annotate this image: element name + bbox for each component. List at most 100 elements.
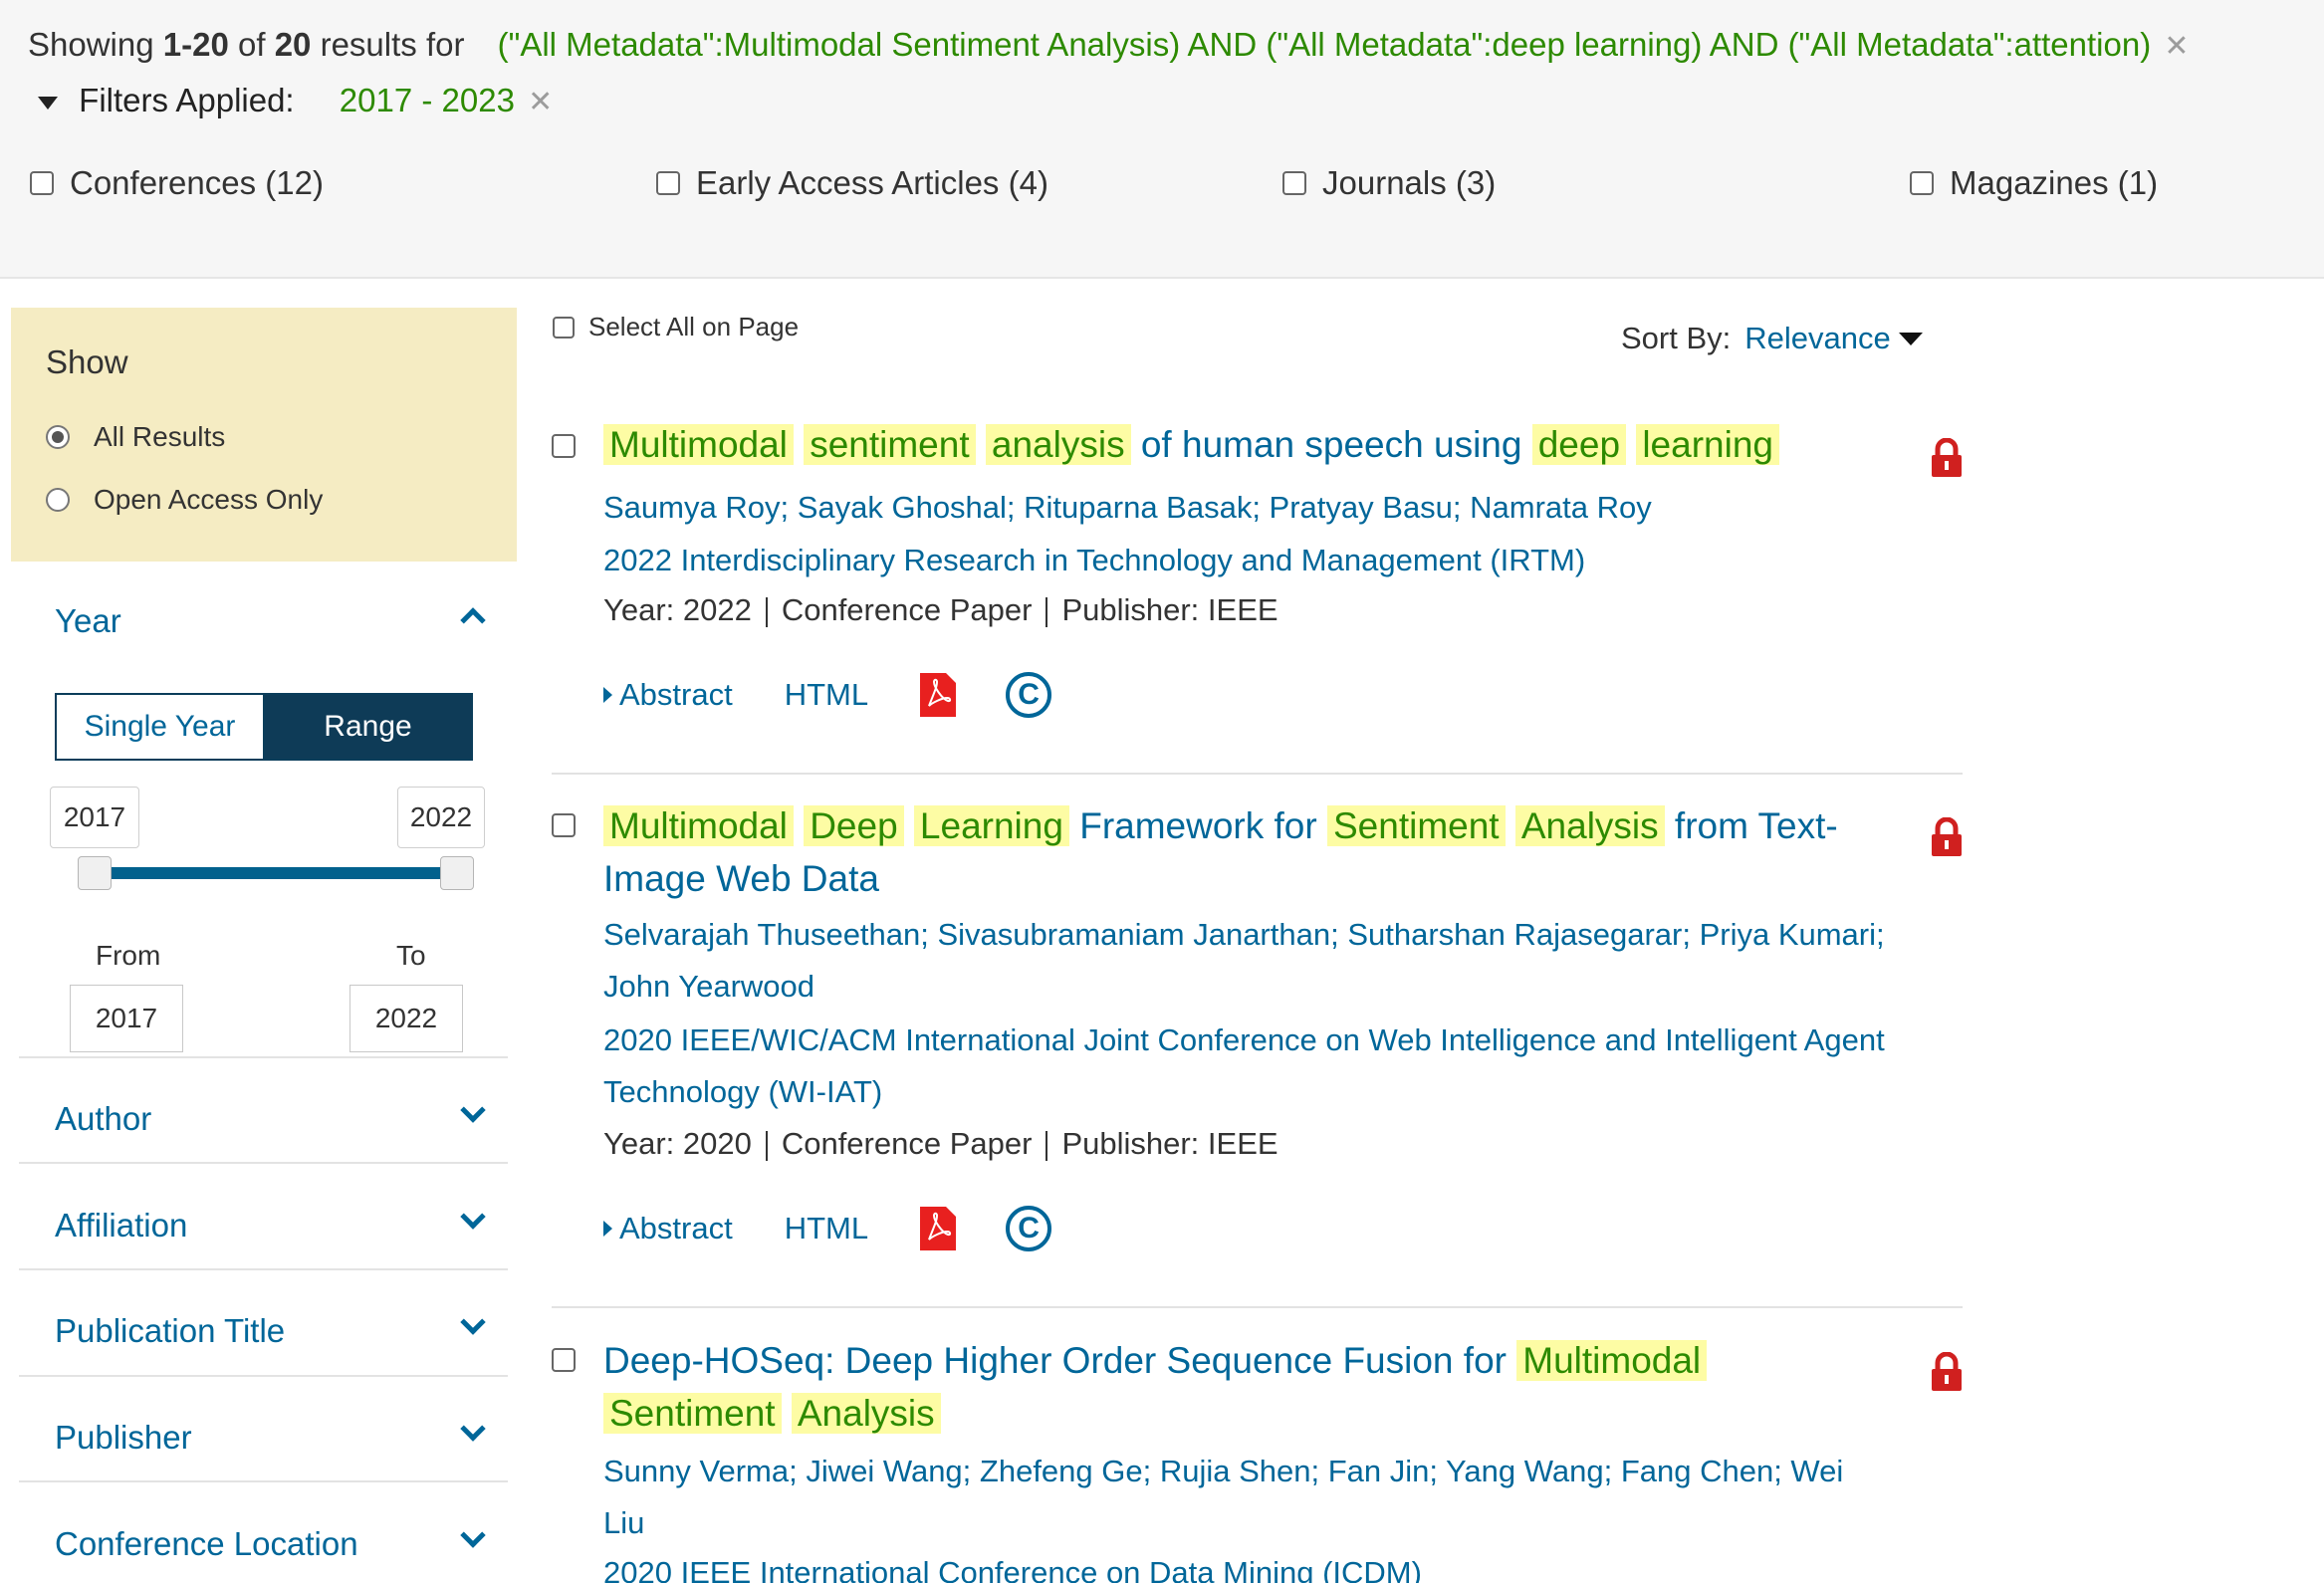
radio-button[interactable]: [46, 488, 70, 512]
chevron-down-icon[interactable]: [460, 1522, 486, 1548]
result-title[interactable]: Multimodal sentiment analysis of human s…: [603, 418, 1888, 471]
radio-button[interactable]: [46, 425, 70, 449]
caret-down-icon[interactable]: [1898, 332, 1923, 345]
result-authors[interactable]: Sunny Verma; Jiwei Wang; Zhefeng Ge; Ruj…: [603, 1446, 1888, 1549]
result-checkbox[interactable]: [552, 813, 576, 837]
lock-icon: [1932, 817, 1962, 856]
facet-affiliation[interactable]: Affiliation: [55, 1207, 187, 1244]
chevron-down-icon[interactable]: [460, 1097, 486, 1123]
result-title[interactable]: Multimodal Deep Learning Framework for S…: [603, 799, 1888, 905]
checkbox[interactable]: [30, 171, 54, 195]
highlighted-term: deep: [1531, 424, 1627, 465]
remove-filter-icon[interactable]: ✕: [528, 85, 553, 119]
slider-handle-max[interactable]: [440, 856, 474, 890]
caret-right-icon[interactable]: [603, 1221, 612, 1237]
to-label: To: [396, 940, 426, 971]
result-actions: Abstract HTML C: [603, 1206, 1052, 1251]
radio-label: Open Access Only: [94, 484, 324, 515]
divider: [765, 1130, 768, 1161]
result-year: Year: 2020: [603, 1126, 752, 1161]
facet-publication-title[interactable]: Publication Title: [55, 1312, 285, 1350]
abstract-toggle[interactable]: Abstract: [619, 677, 733, 713]
divider: [1046, 1130, 1048, 1161]
year-slider-track[interactable]: [96, 867, 458, 879]
year-from-input[interactable]: 2017: [70, 985, 183, 1052]
chevron-down-icon[interactable]: [460, 1204, 486, 1230]
filter-conferences[interactable]: Conferences (12): [30, 164, 324, 202]
radio-all-results[interactable]: All Results: [46, 421, 225, 453]
chevron-down-icon[interactable]: [460, 1309, 486, 1335]
title-text: [1626, 424, 1636, 465]
divider: [19, 1375, 508, 1377]
divider: [765, 596, 768, 627]
radio-label: All Results: [94, 421, 226, 452]
caret-down-icon[interactable]: [38, 96, 58, 110]
checkbox[interactable]: [553, 316, 575, 339]
range-min-label: 2017: [50, 787, 139, 848]
year-to-input[interactable]: 2022: [349, 985, 463, 1052]
result-actions: Abstract HTML C: [603, 672, 1052, 718]
result-checkbox[interactable]: [552, 434, 576, 458]
range-button[interactable]: Range: [265, 695, 471, 759]
result-venue[interactable]: 2020 IEEE International Conference on Da…: [603, 1547, 1888, 1583]
title-text: [794, 424, 804, 465]
select-all-on-page[interactable]: Select All on Page: [553, 312, 799, 342]
divider: [19, 1056, 508, 1058]
filter-early-access[interactable]: Early Access Articles (4): [656, 164, 1048, 202]
checkbox[interactable]: [1282, 171, 1306, 195]
filter-magazines[interactable]: Magazines (1): [1910, 164, 2158, 202]
title-text: Deep-HOSeq: Deep Higher Order Sequence F…: [603, 1340, 1517, 1381]
result-publisher: Publisher: IEEE: [1061, 1126, 1278, 1161]
filter-label: Magazines (1): [1950, 164, 2159, 201]
result-divider: [552, 773, 1963, 775]
result-authors[interactable]: Selvarajah Thuseethan; Sivasubramaniam J…: [603, 909, 1888, 1013]
html-link[interactable]: HTML: [785, 677, 868, 713]
filter-journals[interactable]: Journals (3): [1282, 164, 1496, 202]
pdf-icon[interactable]: [920, 1207, 957, 1250]
result-title[interactable]: Deep-HOSeq: Deep Higher Order Sequence F…: [603, 1334, 1798, 1440]
chevron-up-icon[interactable]: [460, 607, 486, 633]
title-text: of human speech using: [1130, 424, 1532, 465]
facet-author[interactable]: Author: [55, 1100, 151, 1138]
copyright-icon[interactable]: C: [1006, 1206, 1052, 1251]
filter-year-range: 2017 - 2023: [339, 82, 515, 118]
sort-control[interactable]: Sort By: Relevance: [1621, 321, 1923, 356]
result-divider: [552, 1306, 1963, 1308]
results-range: 1-20: [162, 26, 229, 63]
slider-handle-min[interactable]: [78, 856, 112, 890]
result-type: Conference Paper: [781, 592, 1033, 627]
results-summary-bar: Showing 1-20 of 20 results for ("All Met…: [0, 0, 2324, 279]
html-link[interactable]: HTML: [785, 1211, 868, 1246]
result-authors[interactable]: Saumya Roy; Sayak Ghoshal; Rituparna Bas…: [603, 482, 1888, 534]
highlighted-term: Sentiment: [603, 1393, 782, 1434]
highlighted-term: learning: [1636, 424, 1779, 465]
checkbox[interactable]: [1910, 171, 1934, 195]
highlighted-term: Sentiment: [1326, 805, 1506, 846]
facet-year-heading[interactable]: Year: [55, 602, 121, 640]
single-year-button[interactable]: Single Year: [57, 695, 265, 759]
results-for-label: results for: [320, 26, 465, 63]
highlighted-term: Multimodal: [1516, 1340, 1708, 1381]
lock-icon: [1932, 438, 1962, 477]
radio-open-access[interactable]: Open Access Only: [46, 484, 323, 516]
result-checkbox[interactable]: [552, 1348, 576, 1372]
divider: [19, 1480, 508, 1482]
result-venue[interactable]: 2020 IEEE/WIC/ACM International Joint Co…: [603, 1015, 1888, 1118]
filter-label: Early Access Articles (4): [696, 164, 1048, 201]
sort-label: Sort By:: [1621, 321, 1732, 355]
title-text: [976, 424, 986, 465]
result-type: Conference Paper: [781, 1126, 1033, 1161]
clear-query-icon[interactable]: ✕: [2164, 29, 2189, 64]
caret-right-icon[interactable]: [603, 687, 612, 703]
abstract-toggle[interactable]: Abstract: [619, 1211, 733, 1246]
facet-conference-location[interactable]: Conference Location: [55, 1525, 358, 1563]
sort-value[interactable]: Relevance: [1744, 321, 1890, 356]
result-venue[interactable]: 2022 Interdisciplinary Research in Techn…: [603, 535, 1888, 586]
pdf-icon[interactable]: [920, 673, 957, 717]
chevron-down-icon[interactable]: [460, 1416, 486, 1442]
from-label: From: [96, 940, 161, 971]
facet-publisher[interactable]: Publisher: [55, 1419, 192, 1457]
copyright-icon[interactable]: C: [1006, 672, 1052, 718]
checkbox[interactable]: [656, 171, 680, 195]
results-total: 20: [274, 26, 312, 63]
